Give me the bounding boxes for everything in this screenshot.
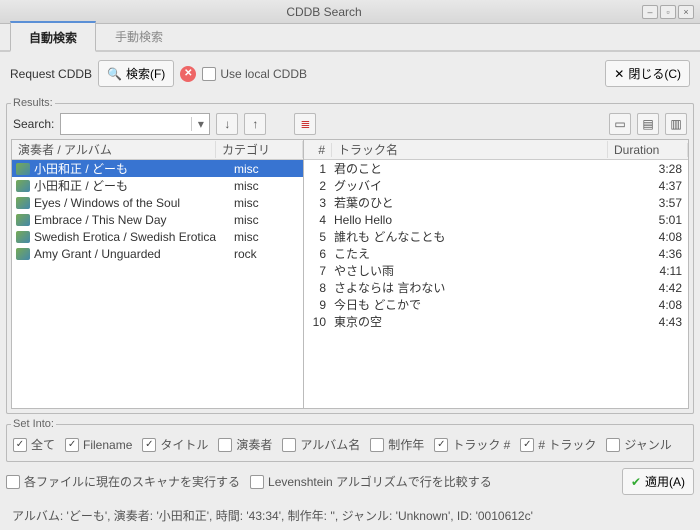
unselect-all-button[interactable]: ≣ <box>294 113 316 135</box>
album-row[interactable]: Embrace / This New Daymisc <box>12 211 303 228</box>
search-combo[interactable]: ▾ <box>60 113 210 135</box>
tab-bar: 自動検索 手動検索 <box>0 24 700 52</box>
track-row[interactable]: 5誰れも どんなことも4:08 <box>304 228 688 245</box>
track-row[interactable]: 10東京の空4:43 <box>304 313 688 330</box>
apply-button[interactable]: ✔ 適用(A) <box>622 468 694 495</box>
select-all-button[interactable]: ▤ <box>637 113 659 135</box>
col-category[interactable]: カテゴリ <box>216 141 303 158</box>
album-list: 小田和正 / どーもmisc小田和正 / どーもmiscEyes / Windo… <box>12 160 303 408</box>
col-artist-album[interactable]: 演奏者 / アルバム <box>12 141 216 158</box>
track-row[interactable]: 4Hello Hello5:01 <box>304 211 688 228</box>
apply-icon: ✔ <box>631 475 641 489</box>
request-cddb-label: Request CDDB <box>10 67 92 81</box>
status-bar: アルバム: 'どーも', 演奏者: '小田和正', 時間: '43:34', 制… <box>0 501 700 530</box>
track-row[interactable]: 9今日も どこかで4:08 <box>304 296 688 313</box>
move-up-button[interactable]: ↑ <box>244 113 266 135</box>
chk-artist[interactable]: 演奏者 <box>218 436 272 453</box>
track-row[interactable]: 2グッバイ4:37 <box>304 177 688 194</box>
chk-run-scanner[interactable]: 各ファイルに現在のスキャナを実行する <box>6 473 240 490</box>
album-row[interactable]: 小田和正 / どーもmisc <box>12 177 303 194</box>
close-icon: ✕ <box>614 67 624 81</box>
chevron-down-icon[interactable]: ▾ <box>191 117 209 131</box>
track-row[interactable]: 7やさしい雨4:11 <box>304 262 688 279</box>
music-icon <box>16 214 30 226</box>
view-list-button[interactable]: ▭ <box>609 113 631 135</box>
music-icon <box>16 197 30 209</box>
chk-year[interactable]: 制作年 <box>370 436 424 453</box>
set-into-legend: Set Into: <box>11 418 56 430</box>
search-button-label: 検索(F) <box>126 65 165 82</box>
chk-ntracks[interactable]: # トラック <box>520 436 596 453</box>
window-title: CDDB Search <box>6 5 642 19</box>
search-button[interactable]: 🔍 検索(F) <box>98 60 174 87</box>
album-row[interactable]: Eyes / Windows of the Soulmisc <box>12 194 303 211</box>
chk-title[interactable]: タイトル <box>142 436 208 453</box>
search-label: Search: <box>13 117 54 131</box>
toolbar: Request CDDB 🔍 検索(F) ✕ Use local CDDB ✕ … <box>0 52 700 97</box>
album-row[interactable]: 小田和正 / どーもmisc <box>12 160 303 177</box>
track-row[interactable]: 1君のこと3:28 <box>304 160 688 177</box>
tab-manual-search[interactable]: 手動検索 <box>96 21 182 50</box>
stop-icon[interactable]: ✕ <box>180 66 196 82</box>
col-track-name[interactable]: トラック名 <box>332 141 608 158</box>
use-local-cddb-checkbox[interactable] <box>202 67 216 81</box>
use-local-cddb-label: Use local CDDB <box>220 67 307 81</box>
chk-genre[interactable]: ジャンル <box>606 436 671 453</box>
music-icon <box>16 163 30 175</box>
album-row[interactable]: Swedish Erotica / Swedish Eroticamisc <box>12 228 303 245</box>
tab-auto-search[interactable]: 自動検索 <box>10 21 96 52</box>
track-row[interactable]: 8さよならは 言わない4:42 <box>304 279 688 296</box>
music-icon <box>16 180 30 192</box>
results-legend: Results: <box>11 97 55 109</box>
minimize-button[interactable]: – <box>642 5 658 19</box>
move-down-button[interactable]: ↓ <box>216 113 238 135</box>
results-fieldset: Results: Search: ▾ ↓ ↑ ≣ ▭ ▤ ▥ 演奏者 / アルバ… <box>6 97 694 414</box>
maximize-button[interactable]: ▫ <box>660 5 676 19</box>
chk-filename[interactable]: Filename <box>65 438 132 452</box>
chk-trackno[interactable]: トラック # <box>434 436 510 453</box>
chk-all[interactable]: 全て <box>13 436 55 453</box>
col-track-number[interactable]: # <box>304 143 332 157</box>
music-icon <box>16 248 30 260</box>
album-row[interactable]: Amy Grant / Unguardedrock <box>12 245 303 262</box>
track-pane: # トラック名 Duration 1君のこと3:282グッバイ4:373若葉のひ… <box>304 140 688 408</box>
close-button-label: 閉じる(C) <box>628 65 681 82</box>
close-button[interactable]: ✕ 閉じる(C) <box>605 60 690 87</box>
search-icon: 🔍 <box>107 67 122 81</box>
close-window-button[interactable]: × <box>678 5 694 19</box>
track-row[interactable]: 3若葉のひと3:57 <box>304 194 688 211</box>
music-icon <box>16 231 30 243</box>
col-duration[interactable]: Duration <box>608 143 688 157</box>
set-into-fieldset: Set Into: 全て Filename タイトル 演奏者 アルバム名 制作年… <box>6 418 694 462</box>
invert-selection-button[interactable]: ▥ <box>665 113 687 135</box>
track-list: 1君のこと3:282グッバイ4:373若葉のひと3:574Hello Hello… <box>304 160 688 408</box>
apply-button-label: 適用(A) <box>645 473 685 490</box>
track-row[interactable]: 6こたえ4:36 <box>304 245 688 262</box>
chk-album[interactable]: アルバム名 <box>282 436 360 453</box>
results-panes: 演奏者 / アルバム カテゴリ 小田和正 / どーもmisc小田和正 / どーも… <box>11 139 689 409</box>
use-local-cddb-toggle[interactable]: Use local CDDB <box>202 67 307 81</box>
album-pane: 演奏者 / アルバム カテゴリ 小田和正 / どーもmisc小田和正 / どーも… <box>12 140 304 408</box>
chk-levenshtein[interactable]: Levenshtein アルゴリズムで行を比較する <box>250 473 492 490</box>
